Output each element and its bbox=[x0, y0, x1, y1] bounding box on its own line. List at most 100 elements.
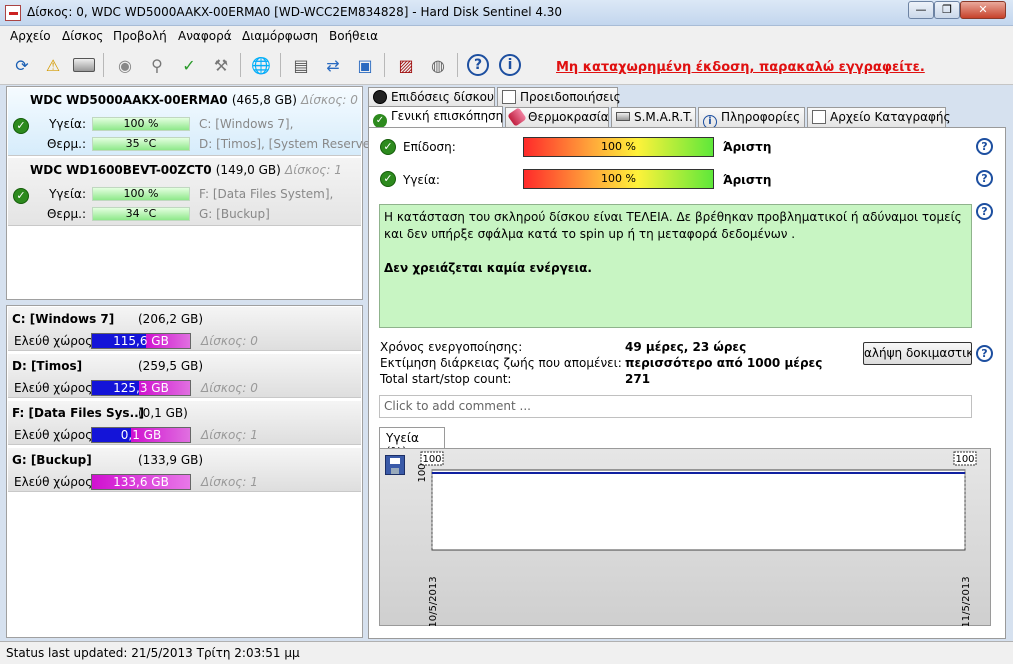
partition-size: (206,2 GB) bbox=[138, 312, 204, 326]
toolbar-separator bbox=[280, 53, 281, 77]
menu-bar: Αρχείο Δίσκος Προβολή Αναφορά Διαμόρφωση… bbox=[0, 26, 1013, 47]
partition-item[interactable]: D: [Timos] (259,5 GB) Ελεύθ χώρος 125,3 … bbox=[8, 354, 361, 398]
free-space-bar: 115,6 GB bbox=[91, 333, 191, 349]
help-icon[interactable]: ? bbox=[976, 203, 993, 220]
partition-item[interactable]: C: [Windows 7] (206,2 GB) Ελεύθ χώρος 11… bbox=[8, 307, 361, 351]
disk-card-0[interactable]: WDC WD5000AAKX-00ERMA0 (465,8 GB) Δίσκος… bbox=[8, 88, 382, 156]
disk-check-icon[interactable]: ✓ bbox=[177, 53, 201, 77]
check-icon: ✓ bbox=[13, 118, 29, 134]
y-tick-label: 100 bbox=[417, 463, 428, 482]
network-icon[interactable]: ▣ bbox=[353, 53, 377, 77]
plot-area bbox=[431, 469, 966, 551]
startstop-label: Total start/stop count: bbox=[380, 372, 512, 386]
status-bar: Status last updated: 21/5/2013 Τρίτη 2:0… bbox=[0, 641, 1013, 664]
tab-health-chart[interactable]: Υγεία (%) bbox=[379, 427, 445, 459]
health-bar: 100 % bbox=[92, 187, 190, 201]
tab-overview[interactable]: ✓ Γενική επισκόπηση bbox=[368, 106, 503, 128]
help-icon[interactable]: ? bbox=[976, 138, 993, 155]
menu-view[interactable]: Προβολή bbox=[113, 29, 167, 43]
tab-information[interactable]: i Πληροφορίες bbox=[698, 107, 805, 129]
data-label: 100 bbox=[955, 454, 974, 465]
menu-help[interactable]: Βοήθεια bbox=[329, 29, 378, 43]
partition-name: G: [Buckup] bbox=[12, 453, 92, 467]
health-rating: Άριστη bbox=[723, 173, 772, 187]
check-icon: ✓ bbox=[380, 139, 396, 155]
tab-log[interactable]: Αρχείο Καταγραφής bbox=[807, 107, 951, 127]
test-button[interactable]: αλήψη δοκιμαστικού bbox=[863, 342, 972, 365]
disk-card-1[interactable]: WDC WD1600BEVT-00ZCT0 (149,0 GB) Δίσκος:… bbox=[8, 158, 361, 226]
tab-temperature[interactable]: Θερμοκρασία bbox=[505, 107, 609, 127]
partition-disk: Δίσκος: 0 bbox=[201, 334, 258, 348]
disk-gray-icon[interactable]: ◉ bbox=[113, 53, 137, 77]
free-space-label: Ελεύθ χώρος bbox=[14, 381, 93, 395]
help-icon[interactable]: ? bbox=[976, 170, 993, 187]
tab-alerts[interactable]: Προειδοποιήσεις bbox=[497, 87, 621, 107]
tab-smart[interactable]: S.M.A.R.T. bbox=[611, 107, 696, 127]
report-icon[interactable]: ▤ bbox=[289, 53, 313, 77]
temp-label: Θερμ.: bbox=[46, 137, 86, 151]
window-title: Δίσκος: 0, WDC WD5000AAKX-00ERMA0 [WD-WC… bbox=[27, 5, 563, 19]
performance-rating: Άριστη bbox=[723, 140, 772, 154]
globe-icon[interactable]: 🌐 bbox=[249, 53, 273, 77]
partition-list: C: [Windows 7] (206,2 GB) Ελεύθ χώρος 11… bbox=[6, 305, 363, 638]
help-icon[interactable]: ? bbox=[976, 345, 993, 362]
info-icon[interactable]: i bbox=[498, 53, 522, 77]
x-tick-label: 11/5/2013 bbox=[961, 576, 972, 626]
status-text: Η κατάσταση του σκληρού δίσκου είναι ΤΕΛ… bbox=[384, 210, 962, 241]
check-icon: ✓ bbox=[13, 188, 29, 204]
action-text: Δεν χρειάζεται καμία ενέργεια. bbox=[384, 261, 592, 275]
performance-bar: 100 % bbox=[523, 137, 714, 157]
lifetime-label: Εκτίμηση διάρκειας ζωής που απομένει: bbox=[380, 356, 622, 370]
toolbar-separator bbox=[457, 53, 458, 77]
temp-bar: 35 °C bbox=[92, 137, 190, 151]
speaker-icon[interactable]: ◍ bbox=[426, 53, 450, 77]
startstop-value: 271 bbox=[625, 372, 651, 386]
menu-configuration[interactable]: Διαμόρφωση bbox=[242, 29, 318, 43]
disk-probe-icon[interactable]: ⚲ bbox=[145, 53, 169, 77]
free-space-label: Ελεύθ χώρος bbox=[14, 334, 93, 348]
health-label: Υγεία: bbox=[403, 173, 440, 187]
sync-icon[interactable]: ⇄ bbox=[321, 53, 345, 77]
maximize-button[interactable]: ❐ bbox=[934, 1, 960, 19]
partition-item[interactable]: F: [Data Files Sys..] (0,1 GB) Ελεύθ χώρ… bbox=[8, 401, 361, 445]
menu-file[interactable]: Αρχείο bbox=[10, 29, 51, 43]
health-label: Υγεία: bbox=[49, 187, 86, 201]
partition-name: C: [Windows 7] bbox=[12, 312, 115, 326]
x-tick-label: 10/5/2013 bbox=[428, 576, 439, 626]
refresh-icon[interactable]: ⟳ bbox=[10, 53, 34, 77]
partition-name: D: [Timos] bbox=[12, 359, 83, 373]
drive-list: D: [Timos], [System Reserved] bbox=[199, 137, 383, 151]
tab-disk-performance[interactable]: Επιδόσεις δίσκου bbox=[368, 87, 495, 107]
drive-list: C: [Windows 7], bbox=[199, 117, 294, 131]
partition-item[interactable]: G: [Buckup] (133,9 GB) Ελεύθ χώρος 133,6… bbox=[8, 448, 361, 492]
status-text: Status last updated: 21/5/2013 Τρίτη 2:0… bbox=[6, 646, 300, 660]
menu-report[interactable]: Αναφορά bbox=[178, 29, 232, 43]
registration-link[interactable]: Μη καταχωρημένη έκδοση, παρακαλώ εγγραφε… bbox=[556, 60, 925, 75]
close-button[interactable]: ✕ bbox=[960, 1, 1006, 19]
health-label: Υγεία: bbox=[49, 117, 86, 131]
partition-size: (0,1 GB) bbox=[138, 406, 188, 420]
document-icon bbox=[812, 110, 826, 124]
app-icon bbox=[5, 5, 21, 21]
free-space-bar: 125,3 GB bbox=[91, 380, 191, 396]
free-space-label: Ελεύθ χώρος bbox=[14, 428, 93, 442]
gauge-icon bbox=[373, 90, 387, 104]
performance-label: Επίδοση: bbox=[403, 140, 456, 154]
partition-size: (259,5 GB) bbox=[138, 359, 204, 373]
warning-icon[interactable]: ⚠ bbox=[41, 53, 65, 77]
menu-disk[interactable]: Δίσκος bbox=[62, 29, 103, 43]
chart-icon[interactable]: ▨ bbox=[394, 53, 418, 77]
partition-disk: Δίσκος: 0 bbox=[201, 381, 258, 395]
minimize-button[interactable]: — bbox=[908, 1, 934, 19]
health-bar: 100 % bbox=[92, 117, 190, 131]
help-icon[interactable]: ? bbox=[466, 53, 490, 77]
comment-field[interactable]: Click to add comment ... bbox=[379, 395, 972, 418]
check-icon: ✓ bbox=[373, 114, 387, 128]
disk-tool-icon[interactable]: ⚒ bbox=[209, 53, 233, 77]
title-bar: Δίσκος: 0, WDC WD5000AAKX-00ERMA0 [WD-WC… bbox=[0, 0, 1013, 26]
power-on-value: 49 μέρες, 23 ώρες bbox=[625, 340, 747, 354]
data-label: 100 bbox=[422, 454, 441, 465]
disk-icon[interactable] bbox=[72, 53, 96, 77]
drive-list: F: [Data Files System], bbox=[199, 187, 334, 201]
temp-bar: 34 °C bbox=[92, 207, 190, 221]
